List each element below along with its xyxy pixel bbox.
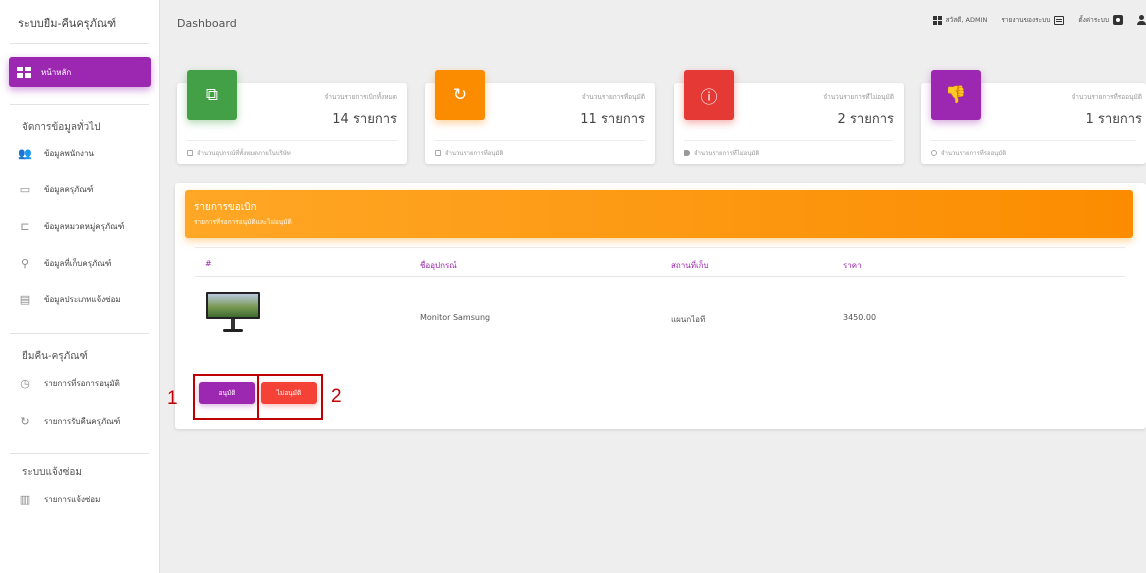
clipboard-icon: ▤ [19, 292, 31, 306]
user-icon [1137, 15, 1146, 25]
people-icon: 👥 [18, 146, 32, 160]
stat-value: 11 รายการ [580, 112, 645, 127]
stat-card-pending: 👎 จำนวนรายการที่รออนุมัติ 1 รายการ จำนวน… [921, 70, 1146, 164]
thumbs-down-icon: 👎 [931, 70, 981, 120]
sidebar-item-label: รายการแจ้งซ่อม [44, 495, 101, 504]
stat-card-rejected: ⓘ จำนวนรายการที่ไม่อนุมัติ 2 รายการ จำนว… [674, 70, 904, 164]
sidebar-item-label: ข้อมูลครุภัณฑ์ [44, 185, 94, 194]
dashboard-icon [932, 15, 942, 25]
stat-label: จำนวนรายการที่รออนุมัติ [1071, 93, 1142, 101]
annotation-box-1 [193, 374, 259, 420]
sidebar-item-label: รายการรับคืนครุภัณฑ์ [44, 417, 121, 426]
copy-icon: ⧉ [187, 70, 237, 120]
calendar-icon [187, 150, 193, 156]
divider [10, 43, 149, 44]
stat-value: 1 รายการ [1085, 112, 1142, 127]
sidebar-item-label: ข้อมูลหมวดหมู่ครุภัณฑ์ [44, 222, 125, 231]
column-header-price: ราคา [843, 261, 862, 270]
stat-footer: จำนวนอุปกรณ์ที่ทั้งหมดภายในบริษัท [187, 148, 291, 158]
section-title-repair: ระบบแจ้งซ่อม [22, 467, 83, 478]
section-title-borrow: ยืมคืน-ครุภัณฑ์ [22, 351, 88, 362]
calendar-icon [435, 150, 441, 156]
stat-value: 2 รายการ [837, 112, 894, 127]
greeting[interactable]: สวัสดี, ADMIN [932, 15, 988, 25]
column-header-name: ชื่ออุปกรณ์ [420, 261, 457, 270]
sidebar-item-label: รายการที่รอการอนุมัติ [44, 379, 120, 388]
clock-icon: ◷ [20, 376, 30, 390]
sidebar: ระบบยืม-คืนครุภัณฑ์ หน้าหลัก จัดการข้อมู… [0, 0, 160, 573]
refresh-icon: ↻ [20, 414, 30, 428]
sidebar-item-storage[interactable]: ⚲ ข้อมูลที่เก็บครุภัณฑ์ [18, 257, 111, 270]
divider [10, 333, 149, 334]
settings-label: ตั้งค่าระบบ [1078, 16, 1109, 24]
section-title-general: จัดการข้อมูลทั่วไป [22, 122, 101, 133]
sidebar-item-label: หน้าหลัก [41, 67, 72, 77]
cell-price: 3450.00 [843, 313, 877, 322]
equipment-image [206, 292, 260, 338]
panel-title: รายการขอเบิก [194, 202, 257, 213]
topbar-actions: สวัสดี, ADMIN รายงานของระบบ ตั้งค่าระบบ [932, 15, 1146, 25]
column-header-location: สถานที่เก็บ [671, 261, 709, 270]
info-icon: ⓘ [684, 70, 734, 120]
divider [10, 453, 149, 454]
sidebar-item-returns[interactable]: ↻ รายการรับคืนครุภัณฑ์ [18, 415, 120, 428]
stat-value: 14 รายการ [332, 112, 397, 127]
tag-icon [684, 150, 690, 156]
divider [10, 104, 149, 105]
panel-header: รายการขอเบิก รายการที่รอการอนุมัติและไม่… [185, 190, 1133, 238]
stat-footer: จำนวนรายการที่อนุมัติ [435, 148, 503, 158]
stat-label: จำนวนรายการเบิกทั้งหมด [324, 93, 397, 101]
sidebar-item-categories[interactable]: ⊏ ข้อมูลหมวดหมู่ครุภัณฑ์ [18, 220, 124, 233]
stat-card-total: ⧉ จำนวนรายการเบิกทั้งหมด 14 รายการ จำนวน… [177, 70, 407, 164]
report-link[interactable]: รายงานของระบบ [1001, 15, 1065, 25]
panel-subtitle: รายการที่รอการอนุมัติและไม่อนุมัติ [194, 218, 292, 226]
sidebar-item-repairs[interactable]: ▥ รายการแจ้งซ่อม [18, 492, 101, 506]
gear-icon [1113, 15, 1123, 25]
stat-label: จำนวนรายการที่อนุมัติ [581, 93, 645, 101]
stat-card-approved: ↻ จำนวนรายการที่อนุมัติ 11 รายการ จำนวนร… [425, 70, 655, 164]
user-menu[interactable] [1137, 15, 1146, 25]
sidebar-item-home[interactable]: หน้าหลัก [9, 57, 151, 87]
cell-location: แผนกไอที [671, 315, 706, 324]
sidebar-item-employees[interactable]: 👥 ข้อมูลพนักงาน [18, 147, 94, 160]
stat-footer: จำนวนรายการที่รออนุมัติ [931, 148, 1006, 158]
refresh-icon: ↻ [435, 70, 485, 120]
sidebar-item-label: ข้อมูลพนักงาน [44, 149, 94, 158]
location-pin-icon: ⚲ [20, 256, 30, 270]
dashboard-icon [17, 66, 31, 78]
sidebar-item-label: ข้อมูลที่เก็บครุภัณฑ์ [44, 259, 112, 268]
report-icon [1054, 15, 1065, 25]
cell-name: Monitor Samsung [420, 313, 491, 322]
stat-footer: จำนวนรายการที่ไม่อนุมัติ [684, 148, 759, 158]
sidebar-item-repair-types[interactable]: ▤ ข้อมูลประเภทแจ้งซ่อม [18, 293, 121, 306]
annotation-box-2 [257, 374, 323, 420]
clock-icon [931, 150, 937, 156]
sidebar-item-label: ข้อมูลประเภทแจ้งซ่อม [44, 295, 121, 304]
annotation-number-1: 1 [167, 388, 178, 409]
brand-title: ระบบยืม-คืนครุภัณฑ์ [18, 17, 117, 30]
settings-link[interactable]: ตั้งค่าระบบ [1078, 15, 1123, 25]
sidebar-item-equipment[interactable]: ▭ ข้อมูลครุภัณฑ์ [18, 182, 94, 196]
greeting-text: สวัสดี, ADMIN [945, 16, 988, 24]
page-title: Dashboard [177, 17, 237, 30]
column-header-index: # [205, 259, 212, 268]
sidebar-item-pending[interactable]: ◷ รายการที่รอการอนุมัติ [18, 377, 120, 390]
monitor-icon: ▭ [19, 182, 31, 196]
annotation-number-2: 2 [331, 386, 342, 407]
report-label: รายงานของระบบ [1001, 16, 1051, 24]
laptop-icon: ⊏ [20, 219, 30, 233]
document-icon: ▥ [19, 492, 31, 506]
stat-label: จำนวนรายการที่ไม่อนุมัติ [823, 93, 894, 101]
